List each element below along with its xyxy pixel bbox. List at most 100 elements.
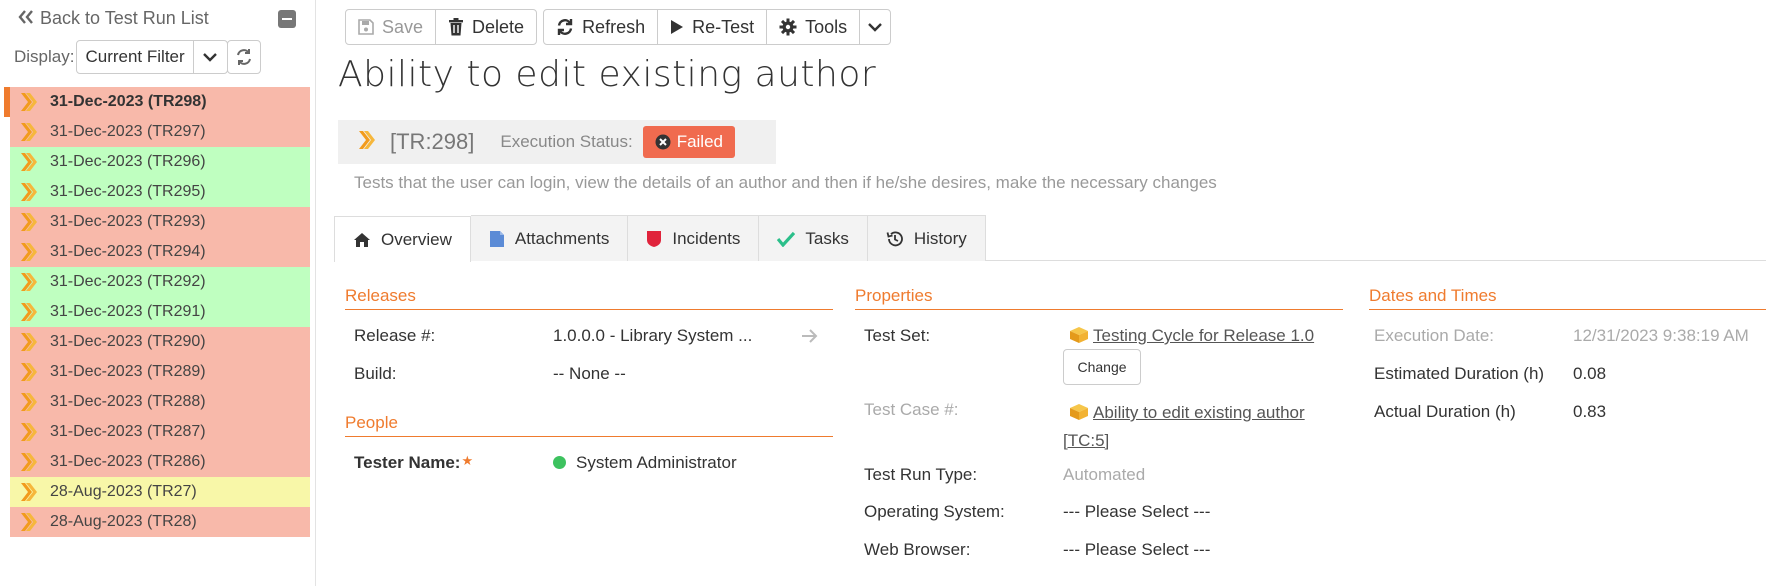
test-run-icon (20, 482, 42, 502)
retest-label: Re-Test (692, 16, 755, 37)
double-chevron-left-icon (18, 8, 34, 29)
execution-status-label: Execution Status: (500, 132, 633, 151)
refresh-icon (557, 19, 573, 35)
test-run-list-item[interactable]: 31-Dec-2023 (TR291) (10, 297, 310, 327)
test-run-icon (358, 130, 376, 155)
test-run-list-item[interactable]: 31-Dec-2023 (TR295) (10, 177, 310, 207)
test-case-link[interactable]: Ability to edit existing author (1093, 403, 1305, 422)
tab-attachments[interactable]: Attachments (470, 215, 629, 261)
status-badge-label: Failed (676, 132, 723, 151)
tab-incidents[interactable]: Incidents (628, 215, 760, 261)
execution-date-value: 12/31/2023 9:38:19 AM (1573, 326, 1749, 345)
test-run-list-item[interactable]: 31-Dec-2023 (TR297) (10, 117, 310, 147)
tab-tasks[interactable]: Tasks (759, 215, 868, 261)
change-test-set-button[interactable]: Change (1063, 349, 1141, 385)
dates-section-header: Dates and Times (1369, 286, 1766, 310)
test-run-label: 31-Dec-2023 (TR291) (50, 303, 206, 320)
tools-dropdown-button[interactable] (860, 10, 890, 44)
arrow-right-icon[interactable] (801, 328, 819, 349)
tools-label: Tools (805, 16, 848, 37)
refresh-button[interactable]: Refresh (544, 10, 659, 44)
refresh-icon (236, 49, 251, 65)
test-case-id-link[interactable]: [TC:5] (1063, 431, 1109, 450)
tab-label: Overview (381, 229, 452, 249)
operating-system-label: Operating System: (864, 502, 1005, 521)
test-run-label: 31-Dec-2023 (TR295) (50, 183, 206, 200)
tab-label: Attachments (514, 228, 610, 248)
people-section-header: People (345, 413, 833, 437)
estimated-duration-value[interactable]: 0.08 (1573, 364, 1606, 384)
releases-section-header: Releases (345, 286, 833, 310)
test-run-label: 31-Dec-2023 (TR297) (50, 123, 206, 140)
filter-select[interactable]: Current Filter (76, 40, 228, 74)
back-link-label: Back to Test Run List (40, 8, 209, 28)
history-icon (886, 231, 903, 246)
close-circle-icon (655, 134, 671, 150)
test-run-label: 31-Dec-2023 (TR290) (50, 333, 206, 350)
test-run-label: 28-Aug-2023 (TR27) (50, 483, 197, 500)
save-button[interactable]: Save (346, 10, 437, 44)
test-run-list-item[interactable]: 31-Dec-2023 (TR289) (10, 357, 310, 387)
test-run-id: [TR:298] (390, 129, 475, 154)
operating-system-select[interactable]: --- Please Select --- (1063, 502, 1210, 522)
estimated-duration-label: Estimated Duration (h) (1374, 364, 1545, 383)
filter-select-value: Current Filter (85, 47, 185, 66)
test-run-label: 31-Dec-2023 (TR293) (50, 213, 206, 230)
back-to-list-link[interactable]: Back to Test Run List (18, 8, 209, 29)
delete-button[interactable]: Delete (436, 10, 536, 44)
test-run-icon (20, 272, 42, 292)
test-run-list-item[interactable]: 31-Dec-2023 (TR296) (10, 147, 310, 177)
test-run-list-item[interactable]: 31-Dec-2023 (TR287) (10, 417, 310, 447)
collapse-sidebar-button[interactable] (278, 10, 296, 28)
release-label: Release #: (354, 326, 436, 345)
test-set-value: Testing Cycle for Release 1.0 (1069, 326, 1314, 349)
checkmark-icon (777, 231, 796, 247)
tester-name-text: System Administrator (576, 453, 737, 472)
test-set-link[interactable]: Testing Cycle for Release 1.0 (1093, 326, 1314, 345)
test-run-label: 31-Dec-2023 (TR289) (50, 363, 206, 380)
refresh-label: Refresh (582, 16, 646, 37)
test-run-list-item[interactable]: 31-Dec-2023 (TR286) (10, 447, 310, 477)
release-value[interactable]: 1.0.0.0 - Library System ... (553, 326, 752, 346)
delete-label: Delete (472, 16, 525, 37)
chevron-down-icon[interactable] (192, 41, 227, 73)
refresh-list-button[interactable] (226, 40, 261, 74)
test-run-icon (20, 392, 42, 412)
page-title: Ability to edit existing author (338, 54, 877, 95)
web-browser-label: Web Browser: (864, 540, 971, 559)
retest-button[interactable]: Re-Test (658, 10, 768, 44)
test-run-list-item[interactable]: 31-Dec-2023 (TR298) (4, 87, 310, 117)
test-run-label: 31-Dec-2023 (TR296) (50, 153, 206, 170)
tab-history[interactable]: History (867, 215, 986, 261)
execution-date-label: Execution Date: (1374, 326, 1495, 345)
run-type-label: Test Run Type: (864, 465, 978, 484)
test-run-list-item[interactable]: 31-Dec-2023 (TR294) (10, 237, 310, 267)
tab-bar: Overview Attachments Incidents Tasks His… (334, 215, 1766, 262)
status-badge: Failed (642, 126, 735, 158)
tester-name-label-text: Tester Name: (354, 453, 461, 472)
test-run-list-item[interactable]: 28-Aug-2023 (TR28) (10, 507, 310, 537)
test-run-description: Tests that the user can login, view the … (354, 173, 1217, 192)
tester-name-label: Tester Name:★ (354, 453, 473, 473)
test-run-list-item[interactable]: 31-Dec-2023 (TR288) (10, 387, 310, 417)
properties-section-header: Properties (855, 286, 1343, 310)
test-run-list-item[interactable]: 31-Dec-2023 (TR290) (10, 327, 310, 357)
tester-name-value[interactable]: System Administrator (553, 453, 737, 473)
test-case-label: Test Case #: (864, 400, 959, 419)
test-run-icon (20, 452, 42, 472)
test-set-icon (1069, 326, 1089, 349)
tab-label: Incidents (672, 228, 741, 248)
tools-button[interactable]: Tools (767, 10, 861, 44)
web-browser-select[interactable]: --- Please Select --- (1063, 540, 1210, 560)
test-run-list-item[interactable]: 31-Dec-2023 (TR292) (10, 267, 310, 297)
save-label: Save (382, 16, 424, 37)
build-value[interactable]: -- None -- (553, 364, 626, 384)
online-status-icon (553, 456, 566, 469)
tab-overview[interactable]: Overview (334, 216, 471, 262)
chevron-down-icon (868, 23, 882, 32)
test-run-list-item[interactable]: 31-Dec-2023 (TR293) (10, 207, 310, 237)
test-run-label: 31-Dec-2023 (TR287) (50, 423, 206, 440)
test-run-label: 31-Dec-2023 (TR286) (50, 453, 206, 470)
actual-duration-value[interactable]: 0.83 (1573, 402, 1606, 422)
test-run-list-item[interactable]: 28-Aug-2023 (TR27) (10, 477, 310, 507)
